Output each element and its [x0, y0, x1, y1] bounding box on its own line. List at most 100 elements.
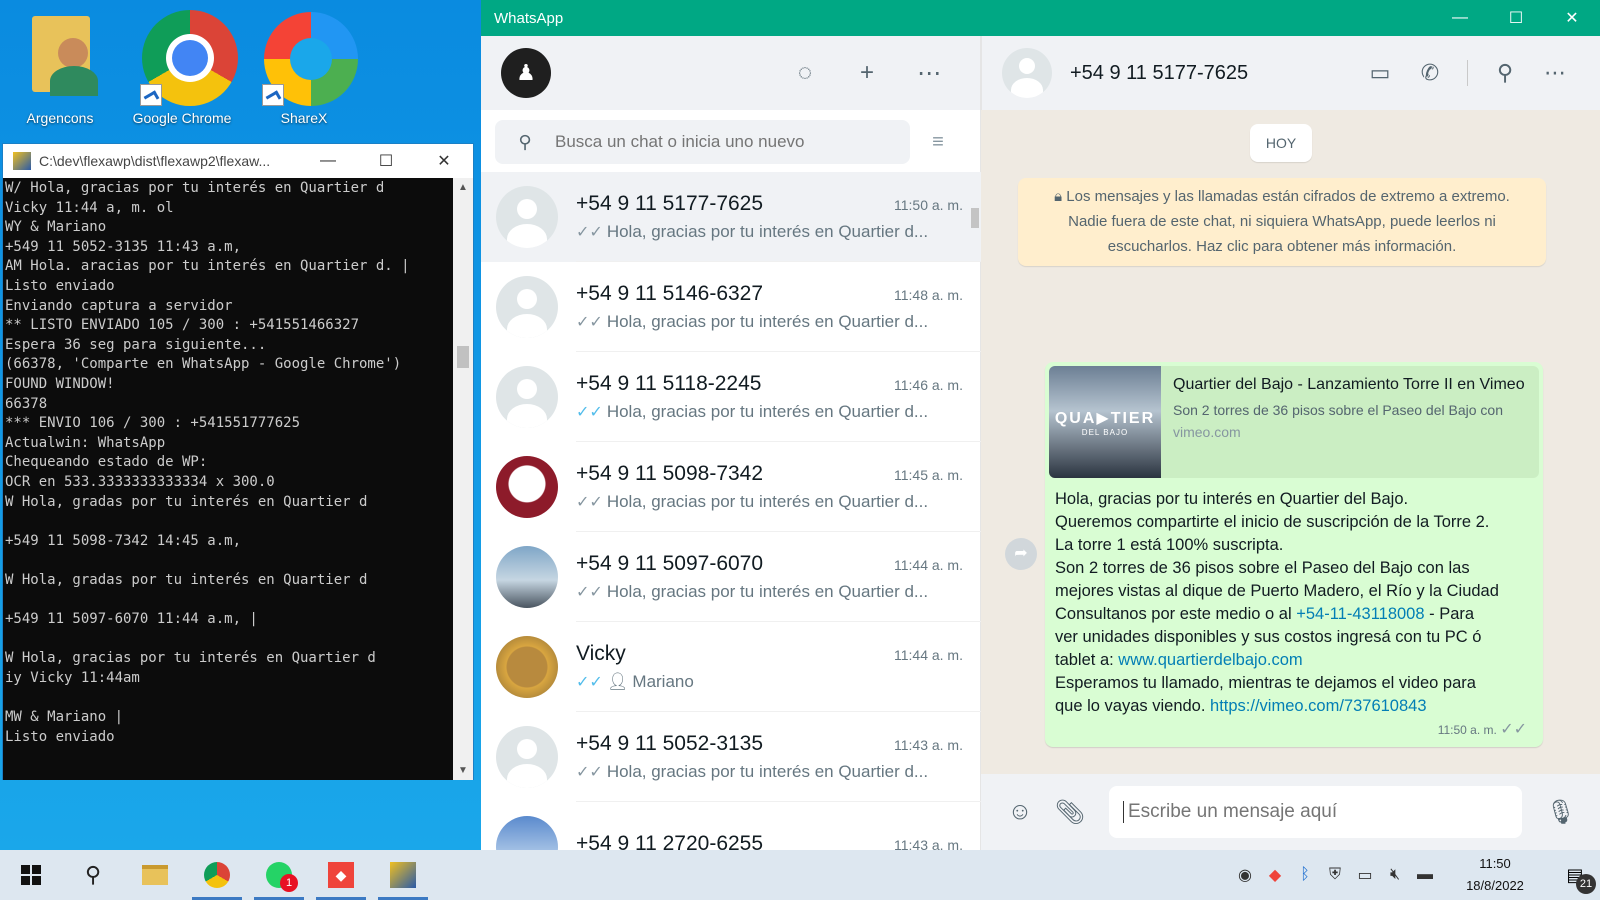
voice-call-icon[interactable]: ✆	[1405, 60, 1455, 86]
message-input-box[interactable]	[1109, 786, 1522, 838]
preview-title: Quartier del Bajo - Lanzamiento Torre II…	[1173, 376, 1525, 393]
chat-name: +54 9 11 5052-3135	[576, 731, 764, 755]
taskbar-file-explorer[interactable]	[124, 850, 186, 900]
chat-list-item[interactable]: +54 9 11 5097-6070 11:44 a. m. ✓✓ Hola, gra…	[481, 532, 981, 622]
chat-avatar[interactable]	[496, 726, 558, 788]
chat-list-item[interactable]: Vicky 11:44 a. m. ✓✓ 👤︎ Mariano	[481, 622, 981, 712]
taskbar-python-console[interactable]	[372, 850, 434, 900]
message-input[interactable]	[1123, 801, 1483, 823]
message-line: Queremos compartirte el inicio de suscri…	[1055, 513, 1490, 531]
chat-list-item[interactable]: +54 9 11 5098-7342 11:45 a. m. ✓✓ Hola, gra…	[481, 442, 981, 532]
console-scrollbar[interactable]: ▲ ▼	[453, 178, 473, 780]
chat-avatar[interactable]	[496, 546, 558, 608]
taskbar-whatsapp[interactable]: 1	[248, 850, 310, 900]
console-titlebar[interactable]: C:\dev\flexawp\dist\flexawp2\flexaw... —…	[3, 144, 473, 178]
chat-list-item[interactable]: +54 9 11 5118-2245 11:46 a. m. ✓✓ Hola, gra…	[481, 352, 981, 442]
lock-icon: 🔒︎	[1054, 188, 1063, 205]
chat-list-item[interactable]: +54 9 11 2720-6255 11:43 a. m.	[481, 802, 981, 850]
profile-avatar[interactable]: ♟	[501, 48, 551, 98]
scroll-down-icon[interactable]: ▼	[453, 765, 473, 776]
scroll-thumb[interactable]	[971, 208, 979, 228]
battery-icon[interactable]: ▬	[1410, 866, 1440, 884]
chat-preview: Mariano	[632, 671, 694, 691]
volume-muted-icon[interactable]: 🔇︎	[1380, 866, 1410, 884]
anydesk-tray-icon[interactable]: ◆	[1260, 865, 1290, 885]
status-icon[interactable]: ◌	[774, 59, 836, 87]
sharex-tray-icon[interactable]: ◉	[1230, 865, 1260, 885]
conversation-pane: +54 9 11 5177-7625 ▭ ✆ ⚲ ⋯ HOY 🔒︎ Los me…	[981, 36, 1600, 850]
network-icon[interactable]: ▭	[1350, 865, 1380, 885]
bluetooth-icon[interactable]: ᛒ	[1290, 866, 1320, 884]
vimeo-link[interactable]: https://vimeo.com/737610843	[1210, 697, 1426, 715]
chat-list-item[interactable]: +54 9 11 5146-6327 11:48 a. m. ✓✓ Hola, gra…	[481, 262, 981, 352]
chat-name: +54 9 11 5146-6327	[576, 281, 764, 305]
chat-list-item[interactable]: +54 9 11 5052-3135 11:43 a. m. ✓✓ Hola, gra…	[481, 712, 981, 802]
chat-time: 11:50 a. m.	[893, 196, 963, 213]
maximize-button[interactable]: ☐	[357, 151, 415, 171]
message-bubble-outgoing[interactable]: QUA▶TIER DEL BAJO Quartier del Bajo - La…	[1045, 362, 1543, 747]
close-button[interactable]: ✕	[1544, 8, 1600, 28]
chat-avatar[interactable]	[496, 636, 558, 698]
message-line: Consultanos por este medio o al +54-11-4…	[1055, 603, 1533, 626]
start-button[interactable]	[0, 850, 62, 900]
minimize-button[interactable]: —	[299, 152, 357, 170]
chat-avatar[interactable]	[496, 186, 558, 248]
chat-list-item[interactable]: +54 9 11 5177-7625 11:50 a. m. ✓✓ Hola, gra…	[481, 172, 981, 262]
search-input[interactable]	[555, 132, 895, 152]
chat-name: +54 9 11 2720-6255	[576, 831, 764, 851]
taskbar-chrome[interactable]	[186, 850, 248, 900]
chat-avatar[interactable]	[496, 816, 558, 850]
scroll-up-icon[interactable]: ▲	[453, 182, 473, 193]
maximize-button[interactable]: ☐	[1488, 8, 1544, 28]
website-link[interactable]: www.quartierdelbajo.com	[1118, 651, 1302, 669]
double-check-icon: ✓✓	[576, 763, 603, 781]
search-box[interactable]: ⚲	[495, 120, 910, 164]
console-window[interactable]: C:\dev\flexawp\dist\flexawp2\flexaw... —…	[2, 143, 474, 780]
microphone-icon[interactable]: 🎙︎	[1536, 798, 1586, 827]
video-call-icon[interactable]: ▭	[1355, 60, 1405, 86]
whatsapp-window[interactable]: WhatsApp — ☐ ✕ ♟ ◌ + ⋯ ⚲ ≡ +54 9 11 5177…	[481, 0, 1600, 850]
search-icon[interactable]: ⚲	[1480, 60, 1530, 86]
anydesk-icon: ◆	[328, 862, 354, 888]
encryption-notice[interactable]: 🔒︎ Los mensajes y las llamadas están cif…	[1018, 178, 1546, 266]
message-composer: ☺ 📎︎ 🎙︎	[981, 774, 1600, 850]
notification-center-button[interactable]: ▤ 21	[1550, 865, 1600, 894]
desktop-icon-sharex[interactable]: ShareX	[244, 6, 364, 126]
contact-avatar[interactable]	[1002, 48, 1052, 98]
desktop-icon-google-chrome[interactable]: Google Chrome	[122, 6, 242, 126]
double-check-icon: ✓✓	[576, 223, 603, 241]
menu-icon[interactable]: ⋯	[1530, 60, 1580, 86]
scroll-thumb[interactable]	[457, 346, 469, 368]
contact-name[interactable]: +54 9 11 5177-7625	[1070, 62, 1355, 85]
desktop-icon-argencons[interactable]: Argencons	[0, 6, 120, 126]
attach-icon[interactable]: 📎︎	[1045, 798, 1095, 827]
console-line: FOUND WINDOW!	[5, 375, 115, 392]
chat-time: 11:43 a. m.	[893, 736, 963, 753]
forward-icon[interactable]: ➦	[1005, 538, 1037, 570]
chat-name: +54 9 11 5097-6070	[576, 551, 764, 575]
taskbar-search-button[interactable]: ⚲	[62, 850, 124, 900]
chat-time: 11:46 a. m.	[893, 376, 963, 393]
security-shield-icon[interactable]: ⛨	[1320, 866, 1350, 884]
minimize-button[interactable]: —	[1432, 9, 1488, 27]
chat-avatar[interactable]	[496, 456, 558, 518]
chat-avatar[interactable]	[496, 366, 558, 428]
emoji-icon[interactable]: ☺	[995, 798, 1045, 826]
close-button[interactable]: ✕	[415, 151, 473, 171]
menu-icon[interactable]: ⋯	[898, 59, 960, 88]
phone-link[interactable]: +54-11-43118008	[1296, 605, 1424, 623]
link-preview[interactable]: QUA▶TIER DEL BAJO Quartier del Bajo - La…	[1049, 366, 1539, 478]
chat-avatar[interactable]	[496, 276, 558, 338]
system-clock[interactable]: 11:50 18/8/2022	[1440, 853, 1550, 897]
whatsapp-titlebar[interactable]: WhatsApp — ☐ ✕	[481, 0, 1600, 36]
console-output: W/ Hola, gracias por tu interés en Quart…	[3, 178, 453, 780]
notification-count: 21	[1576, 873, 1596, 894]
taskbar-anydesk[interactable]: ◆	[310, 850, 372, 900]
chat-list-scrollbar[interactable]	[970, 172, 980, 850]
filter-icon[interactable]: ≡	[910, 131, 966, 154]
new-chat-icon[interactable]: +	[836, 59, 898, 87]
chat-preview: Hola, gracias por tu interés en Quartier…	[606, 401, 929, 421]
message-line: ver unidades disponibles y sus costos in…	[1055, 628, 1482, 646]
console-line: Listo enviado	[5, 277, 115, 294]
